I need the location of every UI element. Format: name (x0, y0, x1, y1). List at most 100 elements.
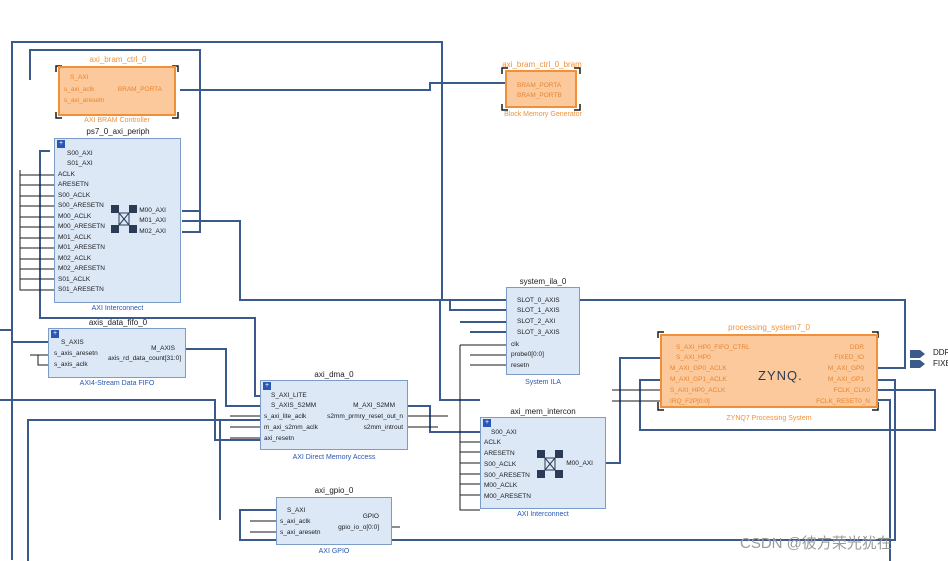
bram-ctrl-pin[interactable]: s_axi_aresetn (64, 97, 104, 105)
dma-pin[interactable]: axi_resetn (264, 435, 294, 443)
zynq-pin[interactable]: S_AXI_HP0 (676, 354, 711, 362)
expand-icon[interactable]: + (57, 140, 65, 148)
bram-gen-instance-name: axi_bram_ctrl_0_bram (502, 60, 582, 69)
periph-pin[interactable]: M00_ACLK (58, 213, 91, 221)
ila-block[interactable]: SLOT_0_AXIS SLOT_1_AXIS SLOT_2_AXI SLOT_… (506, 287, 580, 375)
mem-pin[interactable]: ARESETN (484, 450, 515, 458)
zynq-pin[interactable]: S_AXI_HP0_ACLK (670, 387, 725, 395)
zynq-pin[interactable]: M_AXI_GP0_ACLK (670, 365, 727, 373)
periph-pin[interactable]: M00_AXI (139, 207, 166, 215)
periph-pin[interactable]: S01_ARESETN (58, 286, 104, 294)
periph-block[interactable]: + S00_AXI S01_AXI ACLK ARESETN S00_ACLK … (54, 138, 181, 303)
net-periph-m00 (182, 210, 201, 212)
bram-gen-block[interactable]: BRAM_PORTA BRAM_PORTB (505, 70, 577, 108)
gpio-pin[interactable]: S_AXI (287, 507, 305, 515)
bram-ctrl-pin[interactable]: BRAM_PORTA (118, 86, 162, 94)
zynq-pin[interactable]: FCLK_CLK0 (834, 387, 871, 395)
fifo-pin[interactable]: S_AXIS (61, 339, 84, 347)
periph-pin[interactable]: S00_ACLK (58, 192, 90, 200)
external-port-ddr[interactable]: DDR (933, 348, 948, 357)
bram-ctrl-pin[interactable]: s_axi_aclk (64, 86, 94, 94)
bram-gen-pin[interactable]: BRAM_PORTA (517, 82, 561, 90)
periph-pin[interactable]: M02_ARESETN (58, 265, 105, 273)
periph-pin[interactable]: S01_ACLK (58, 276, 90, 284)
periph-pin[interactable]: M00_ARESETN (58, 223, 105, 231)
ila-instance-name: system_ila_0 (519, 277, 567, 286)
net-fifo-s (0, 329, 50, 343)
gpio-type-label: AXI GPIO (318, 548, 350, 555)
zynq-pin[interactable]: M_AXI_GP1 (828, 376, 864, 384)
bram-ctrl-pin[interactable]: S_AXI (70, 74, 88, 82)
ila-pin[interactable]: clk (511, 341, 519, 349)
dma-instance-name: axi_dma_0 (314, 370, 354, 379)
periph-pin[interactable]: S01_AXI (67, 160, 93, 168)
dma-block[interactable]: + S_AXI_LITE S_AXIS_S2MM s_axi_lite_aclk… (260, 380, 408, 450)
gpio-pin[interactable]: s_axi_aclk (280, 518, 310, 526)
expand-icon[interactable]: + (263, 382, 271, 390)
zynq-pin[interactable]: FIXED_IO (834, 354, 864, 362)
fifo-pin[interactable]: s_axis_aresetn (54, 350, 98, 358)
net-dma-mem (408, 405, 480, 433)
mem-pin[interactable]: M00_ARESETN (484, 493, 531, 501)
dma-pin[interactable]: s2mm_introut (364, 424, 403, 432)
mem-pin[interactable]: S00_ARESETN (484, 472, 530, 480)
mem-pin[interactable]: M00_ACLK (484, 482, 517, 490)
periph-pin[interactable]: M01_ARESETN (58, 244, 105, 252)
mem-block[interactable]: + S00_AXI ACLK ARESETN S00_ACLK S00_ARES… (480, 417, 606, 509)
ila-pin[interactable]: resetn (511, 362, 529, 370)
bram-ctrl-type-label: AXI BRAM Controller (84, 117, 150, 124)
fifo-pin[interactable]: s_axis_aclk (54, 361, 88, 369)
dma-pin[interactable]: s2mm_prmry_reset_out_n (327, 413, 403, 421)
dma-pin[interactable]: m_axi_s2mm_aclk (264, 424, 318, 432)
bram-ctrl-block[interactable]: S_AXI s_axi_aclk s_axi_aresetn BRAM_PORT… (58, 66, 176, 116)
zynq-pin[interactable]: IRQ_F2P[0:0] (670, 398, 710, 406)
ila-pin[interactable]: probe0[0:0] (511, 351, 544, 359)
gpio-pin[interactable]: GPIO (363, 513, 379, 521)
ila-pin[interactable]: SLOT_0_AXIS (517, 297, 560, 305)
mem-type-label: AXI Interconnect (517, 511, 569, 518)
periph-pin[interactable]: S00_ARESETN (58, 202, 104, 210)
periph-pin[interactable]: ARESETN (58, 181, 89, 189)
dma-pin[interactable]: M_AXI_S2MM (353, 402, 395, 410)
mem-pin[interactable]: S00_ACLK (484, 461, 516, 469)
fifo-block[interactable]: + S_AXIS s_axis_aresetn s_axis_aclk M_AX… (48, 328, 186, 378)
net-gpio-loop (219, 419, 262, 520)
mem-pin[interactable]: S00_AXI (491, 429, 517, 437)
zynq-pin[interactable]: FCLK_RESET0_N (816, 398, 870, 406)
zynq-block[interactable]: S_AXI_HP0_FIFO_CTRL S_AXI_HP0 M_AXI_GP0_… (660, 334, 878, 408)
zynq-type-label: ZYNQ7 Processing System (726, 415, 812, 422)
periph-pin[interactable]: ACLK (58, 171, 75, 179)
dma-pin[interactable]: s_axi_lite_aclk (264, 413, 306, 421)
mem-pin[interactable]: ACLK (484, 439, 501, 447)
ila-pin[interactable]: SLOT_3_AXIS (517, 329, 560, 337)
dma-pin[interactable]: S_AXI_LITE (271, 392, 307, 400)
periph-pin[interactable]: M02_ACLK (58, 255, 91, 263)
bram-gen-type-label: Block Memory Generator (504, 111, 582, 118)
periph-pin[interactable]: M02_AXI (139, 228, 166, 236)
interconnect-crossbar-icon (111, 205, 137, 233)
expand-icon[interactable]: + (483, 419, 491, 427)
periph-type-label: AXI Interconnect (91, 305, 144, 312)
gpio-pin[interactable]: gpio_io_o[0:0] (338, 524, 379, 532)
dma-pin[interactable]: S_AXIS_S2MM (271, 402, 316, 410)
ila-pin[interactable]: SLOT_2_AXI (517, 318, 555, 326)
expand-icon[interactable]: + (51, 330, 59, 338)
periph-pin[interactable]: M01_AXI (139, 217, 166, 225)
mem-instance-name: axi_mem_intercon (510, 407, 576, 416)
zynq-pin[interactable]: S_AXI_HP0_FIFO_CTRL (676, 344, 750, 352)
zynq-pin[interactable]: M_AXI_GP1_ACLK (670, 376, 727, 384)
mem-pin[interactable]: M00_AXI (566, 460, 593, 468)
fifo-pin[interactable]: M_AXIS (151, 345, 175, 353)
zynq-pin[interactable]: M_AXI_GP0 (828, 365, 864, 373)
bram-ctrl-instance-name: axi_bram_ctrl_0 (89, 55, 147, 64)
ila-pin[interactable]: SLOT_1_AXIS (517, 307, 560, 315)
zynq-pin[interactable]: DDR (850, 344, 864, 352)
fifo-pin[interactable]: axis_rd_data_count[31:0] (108, 355, 181, 363)
bram-gen-pin[interactable]: BRAM_PORTB (517, 92, 562, 100)
periph-pin[interactable]: M01_ACLK (58, 234, 91, 242)
dma-type-label: AXI Direct Memory Access (292, 454, 376, 461)
periph-pin[interactable]: S00_AXI (67, 150, 93, 158)
external-port-fixed-io[interactable]: FIXED_IO (933, 359, 948, 368)
gpio-block[interactable]: S_AXI s_axi_aclk s_axi_aresetn GPIO gpio… (276, 497, 392, 545)
gpio-pin[interactable]: s_axi_aresetn (280, 529, 320, 537)
